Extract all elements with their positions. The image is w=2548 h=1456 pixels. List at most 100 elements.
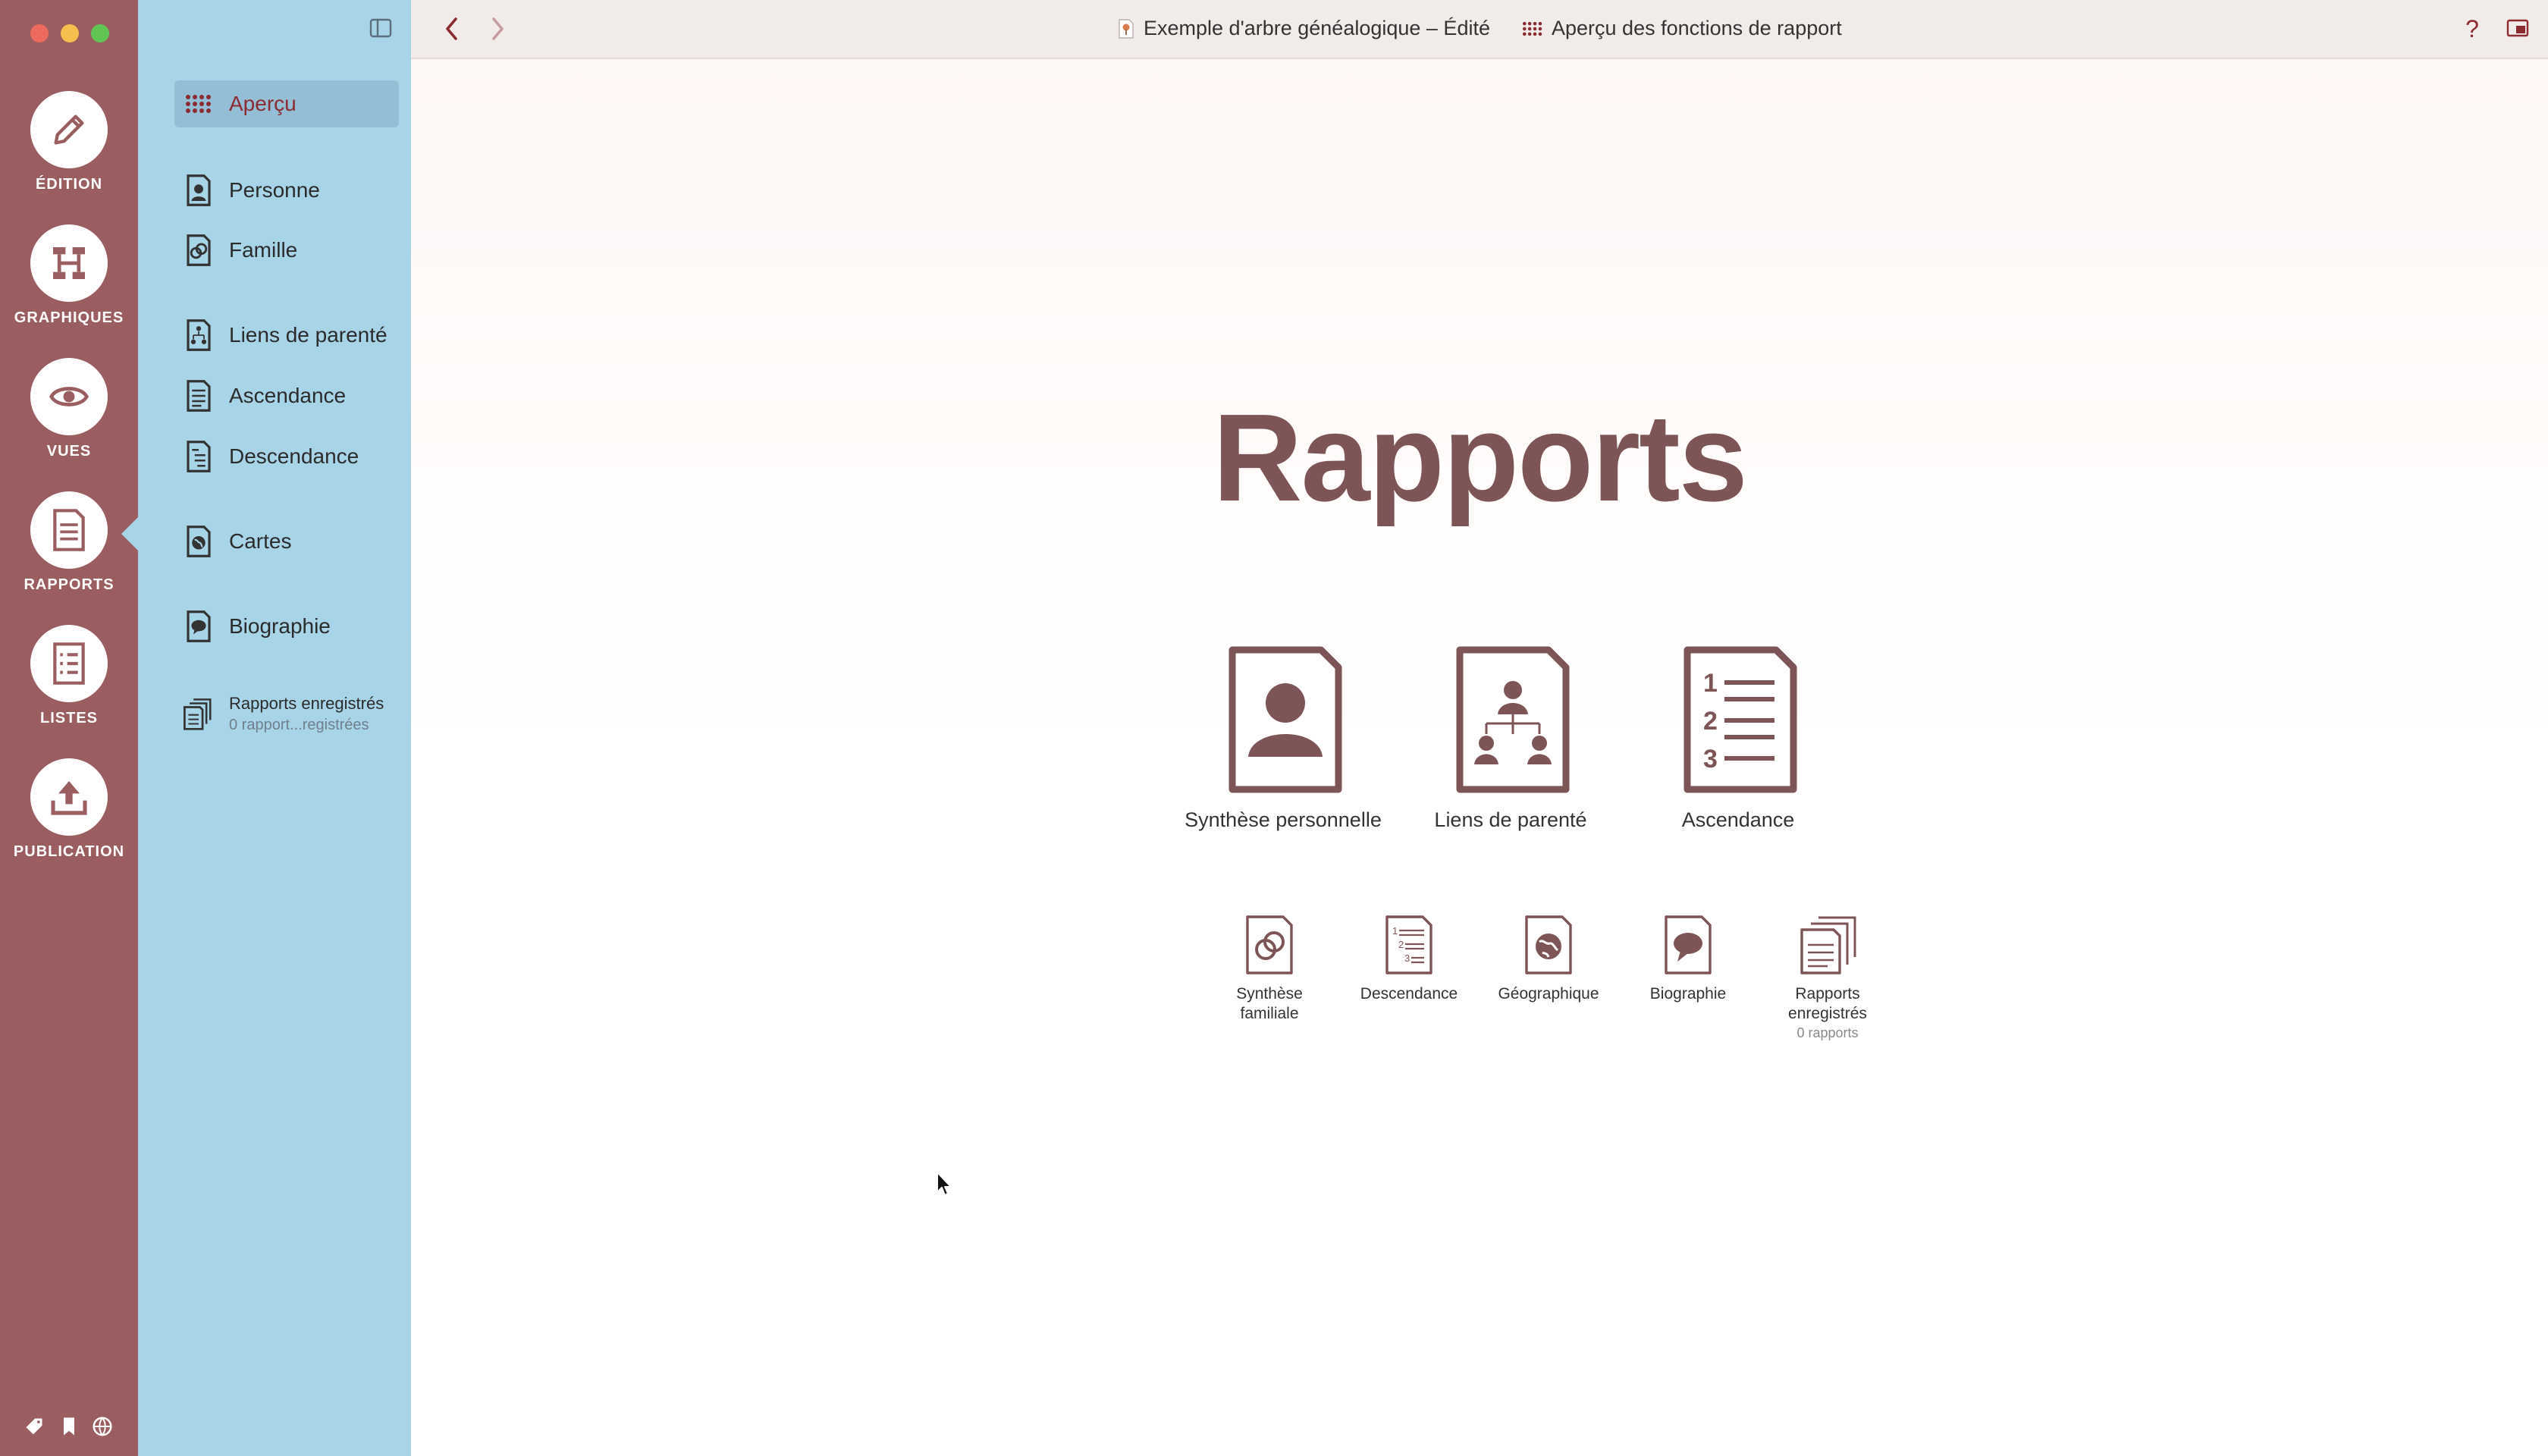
back-button[interactable] <box>438 15 466 42</box>
report-geographique[interactable]: Géographique <box>1480 915 1617 1051</box>
sidebar-item-label: Aperçu <box>229 92 297 115</box>
rail-label: PUBLICATION <box>13 843 125 860</box>
svg-text:2: 2 <box>1703 707 1718 736</box>
sidebar-item-label: Ascendance <box>229 384 347 407</box>
report-label: Ascendance <box>1681 808 1795 831</box>
sidebar-item-label: Cartes <box>229 529 292 553</box>
sidebar-item-rapports-enregistres[interactable]: Rapports enregistrés 0 rapport...registr… <box>174 687 399 740</box>
numbered-list-doc-icon: 1 2 3 <box>1385 915 1432 974</box>
bookmark-icon[interactable] <box>58 1415 80 1438</box>
rail-label: GRAPHIQUES <box>14 309 124 326</box>
window-toggle-icon[interactable] <box>2504 15 2531 42</box>
sidebar-item-label: Descendance <box>229 444 359 468</box>
sidebar-item-apercu[interactable]: Aperçu <box>174 80 399 127</box>
svg-text:3: 3 <box>1703 745 1718 774</box>
stacked-docs-icon <box>1800 916 1856 974</box>
help-button[interactable]: ? <box>2459 15 2486 42</box>
rail-label: LISTES <box>39 710 98 726</box>
document-title-text: Exemple d'arbre généalogique – Édité <box>1144 17 1490 39</box>
tree-file-icon <box>1118 18 1134 39</box>
lines-doc-icon <box>182 440 215 473</box>
mouse-cursor-icon <box>937 1172 952 1196</box>
rail-graphiques-button[interactable]: GRAPHIQUES <box>0 224 138 353</box>
rail-rapports-button[interactable]: RAPPORTS <box>0 491 138 620</box>
report-biographie[interactable]: Biographie <box>1620 915 1756 1051</box>
pencil-icon <box>30 91 108 168</box>
report-label: Rapports enregistrés <box>1788 985 1867 1022</box>
report-icon <box>30 491 108 569</box>
forward-button[interactable] <box>484 15 511 42</box>
view-title-text: Aperçu des fonctions de rapport <box>1552 17 1842 39</box>
report-label: Géographique <box>1498 985 1599 1003</box>
minimize-window-button[interactable] <box>61 24 79 42</box>
document-title: Exemple d'arbre généalogique – Édité <box>1118 17 1490 40</box>
view-title: Aperçu des fonctions de rapport <box>1523 17 1842 40</box>
grid-icon <box>182 87 215 121</box>
page-title: Rapports <box>1213 388 1748 527</box>
sidebar-toggle-icon[interactable] <box>369 18 392 38</box>
rail-label: RAPPORTS <box>24 576 115 593</box>
report-synthese-personnelle[interactable]: Synthèse personnelle <box>1169 646 1397 843</box>
rail-listes-button[interactable]: LISTES <box>0 625 138 754</box>
svg-text:3: 3 <box>1404 952 1410 964</box>
globe-doc-icon <box>182 525 215 558</box>
report-label: Synthèse familiale <box>1236 985 1303 1022</box>
saved-reports-label: Rapports enregistrés <box>229 693 384 713</box>
rail-edition-button[interactable]: ÉDITION <box>0 91 138 220</box>
report-label: Liens de parenté <box>1434 808 1587 831</box>
svg-text:1: 1 <box>1703 669 1718 698</box>
world-history-icon[interactable] <box>91 1415 114 1438</box>
sidebar-item-label: Famille <box>229 238 298 262</box>
stacked-docs-icon <box>182 697 215 730</box>
sidebar-item-liens-de-parente[interactable]: Liens de parenté <box>174 312 399 359</box>
sidebar-item-label: Personne <box>229 178 320 202</box>
sidebar-item-ascendance[interactable]: Ascendance <box>174 372 399 419</box>
title-bar: Exemple d'arbre généalogique – Édité Ape… <box>411 0 2548 59</box>
sidebar-item-label: Liens de parenté <box>229 323 388 347</box>
sidebar-item-label: Biographie <box>229 614 331 638</box>
svg-text:2: 2 <box>1398 939 1404 950</box>
close-window-button[interactable] <box>30 24 49 42</box>
grid-icon <box>1523 21 1542 36</box>
saved-reports-count: 0 rapport...registrées <box>229 716 369 733</box>
globe-doc-icon <box>1525 915 1572 974</box>
list-icon <box>30 625 108 702</box>
rings-doc-icon <box>1246 915 1293 974</box>
report-liens-de-parente[interactable]: Liens de parenté <box>1397 646 1624 843</box>
lines-doc-icon <box>182 379 215 413</box>
report-ascendance[interactable]: 1 2 3 Ascendance <box>1624 646 1852 843</box>
report-rapports-enregistres[interactable]: Rapports enregistrés 0 rapports <box>1759 915 1896 1051</box>
person-doc-icon <box>182 174 215 207</box>
sidebar-item-biographie[interactable]: Biographie <box>174 603 399 650</box>
chart-icon <box>30 224 108 302</box>
active-pointer <box>121 517 138 551</box>
report-synthese-familiale[interactable]: Synthèse familiale <box>1201 915 1338 1051</box>
upload-icon <box>30 758 108 836</box>
tree-doc-icon <box>1456 646 1570 793</box>
sidebar-item-cartes[interactable]: Cartes <box>174 518 399 565</box>
numbered-list-doc-icon: 1 2 3 <box>1684 646 1797 793</box>
speech-doc-icon <box>182 610 215 643</box>
sidebar-item-personne[interactable]: Personne <box>174 167 399 214</box>
zoom-window-button[interactable] <box>91 24 109 42</box>
rail-label: ÉDITION <box>35 176 103 193</box>
tree-doc-icon <box>182 318 215 352</box>
rings-doc-icon <box>182 234 215 267</box>
sidebar-item-famille[interactable]: Famille <box>174 227 399 274</box>
rail-vues-button[interactable]: VUES <box>0 358 138 487</box>
person-doc-icon <box>1228 646 1342 793</box>
report-descendance[interactable]: 1 2 3 Descendance <box>1341 915 1477 1051</box>
rail-label: VUES <box>46 443 92 460</box>
report-label: Biographie <box>1649 985 1727 1003</box>
speech-doc-icon <box>1665 915 1712 974</box>
reports-sidebar: Aperçu Personne Famille Liens de parenté… <box>138 0 411 1456</box>
report-label: Descendance <box>1360 985 1458 1003</box>
app-rail: ÉDITION GRAPHIQUES VUES RAPPORTS LISTES … <box>0 0 138 1456</box>
sidebar-item-descendance[interactable]: Descendance <box>174 433 399 480</box>
tag-icon[interactable] <box>23 1415 46 1438</box>
eye-icon <box>30 358 108 435</box>
saved-reports-count: 0 rapports <box>1796 1025 1859 1040</box>
report-label: Synthèse personnelle <box>1185 808 1382 831</box>
svg-text:1: 1 <box>1392 925 1398 937</box>
rail-publication-button[interactable]: PUBLICATION <box>0 758 138 887</box>
